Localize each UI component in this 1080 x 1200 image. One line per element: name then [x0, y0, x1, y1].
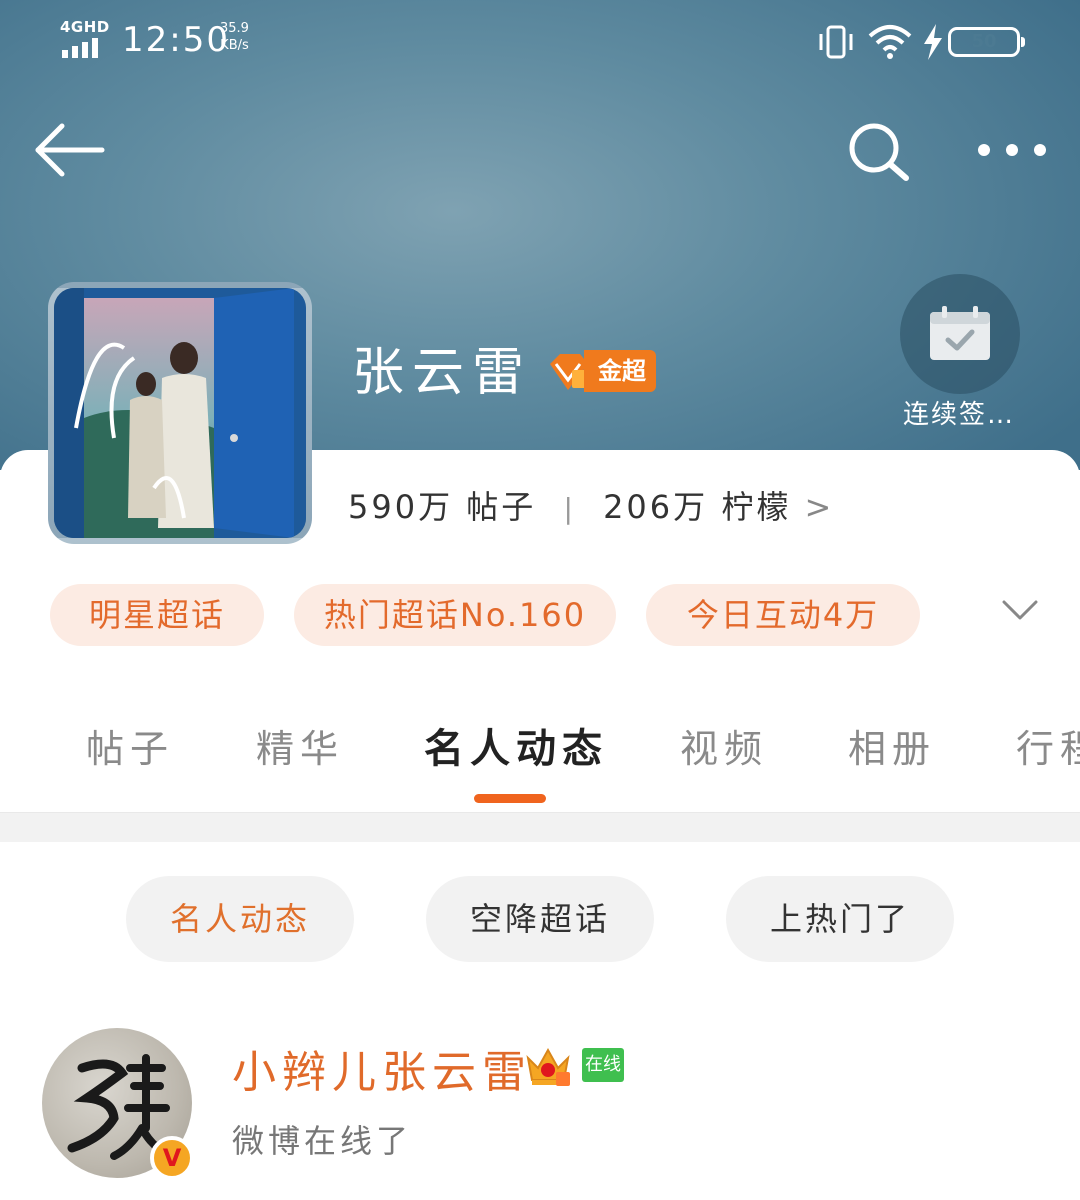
battery-icon: 50	[948, 27, 1025, 57]
status-bar: 4GHD 12:50 35.9 KB/s 50	[0, 0, 1080, 86]
cover-artwork	[54, 288, 306, 538]
back-arrow-icon[interactable]	[30, 118, 110, 182]
post-content[interactable]: 微博在线了	[232, 1116, 412, 1162]
vibrate-icon	[819, 25, 853, 59]
gold-super-badge[interactable]: 金超	[546, 350, 678, 392]
posts-label: 帖子	[466, 488, 537, 526]
topic-cover-image[interactable]	[48, 282, 312, 544]
filter-bar: 名人动态 空降超话 上热门了	[0, 876, 1080, 962]
tab-albums[interactable]: 相册	[848, 718, 936, 773]
calendar-check-icon	[930, 306, 990, 360]
network-type: 4GHD	[60, 18, 110, 36]
topic-stats[interactable]: 590万 帖子 | 206万 柠檬 >	[348, 482, 834, 528]
tab-videos[interactable]: 视频	[680, 718, 768, 773]
speed-unit: KB/s	[220, 38, 249, 53]
online-badge: 在线	[582, 1048, 624, 1082]
chevron-down-icon[interactable]	[1000, 594, 1040, 628]
tab-celebrity-updates[interactable]: 名人动态	[424, 716, 608, 774]
crown-icon	[526, 1047, 570, 1086]
verified-mark: V	[162, 1144, 182, 1172]
post-author-name[interactable]: 小辫儿张云雷	[232, 1036, 532, 1100]
checkin-button[interactable]	[900, 274, 1020, 394]
active-tab-indicator	[474, 794, 546, 803]
chip-daily-interaction[interactable]: 今日互动4万	[646, 584, 920, 646]
stats-separator: |	[563, 492, 576, 525]
lemons-label: 柠檬	[721, 488, 792, 526]
posts-count: 590万	[348, 488, 454, 526]
chip-hot-rank[interactable]: 热门超话No.160	[294, 584, 616, 646]
tab-featured[interactable]: 精华	[256, 718, 344, 773]
clock: 12:50	[122, 20, 230, 60]
charging-icon	[924, 24, 942, 60]
chevron-right-icon: >	[804, 488, 835, 526]
section-divider	[0, 812, 1080, 842]
battery-percent: 50	[971, 31, 997, 52]
topic-title: 张云雷	[352, 343, 533, 403]
lemons-count: 206万	[603, 488, 709, 526]
wifi-icon	[868, 25, 912, 59]
filter-airdrop[interactable]: 空降超话	[426, 876, 654, 962]
more-icon[interactable]	[972, 130, 1052, 170]
signal-icon	[62, 38, 98, 58]
tab-posts[interactable]: 帖子	[86, 718, 174, 773]
search-icon[interactable]	[842, 118, 916, 188]
gold-badge-label: 金超	[584, 350, 656, 392]
speed-value: 35.9	[220, 21, 249, 36]
checkin-label[interactable]: 连续签…	[884, 394, 1034, 431]
tab-schedule[interactable]: 行程	[1016, 718, 1080, 773]
network-speed: 35.9 KB/s	[220, 20, 249, 54]
filter-celebrity-updates[interactable]: 名人动态	[126, 876, 354, 962]
filter-trending[interactable]: 上热门了	[726, 876, 954, 962]
verified-badge: V	[150, 1136, 194, 1180]
chip-star-topic[interactable]: 明星超话	[50, 584, 264, 646]
